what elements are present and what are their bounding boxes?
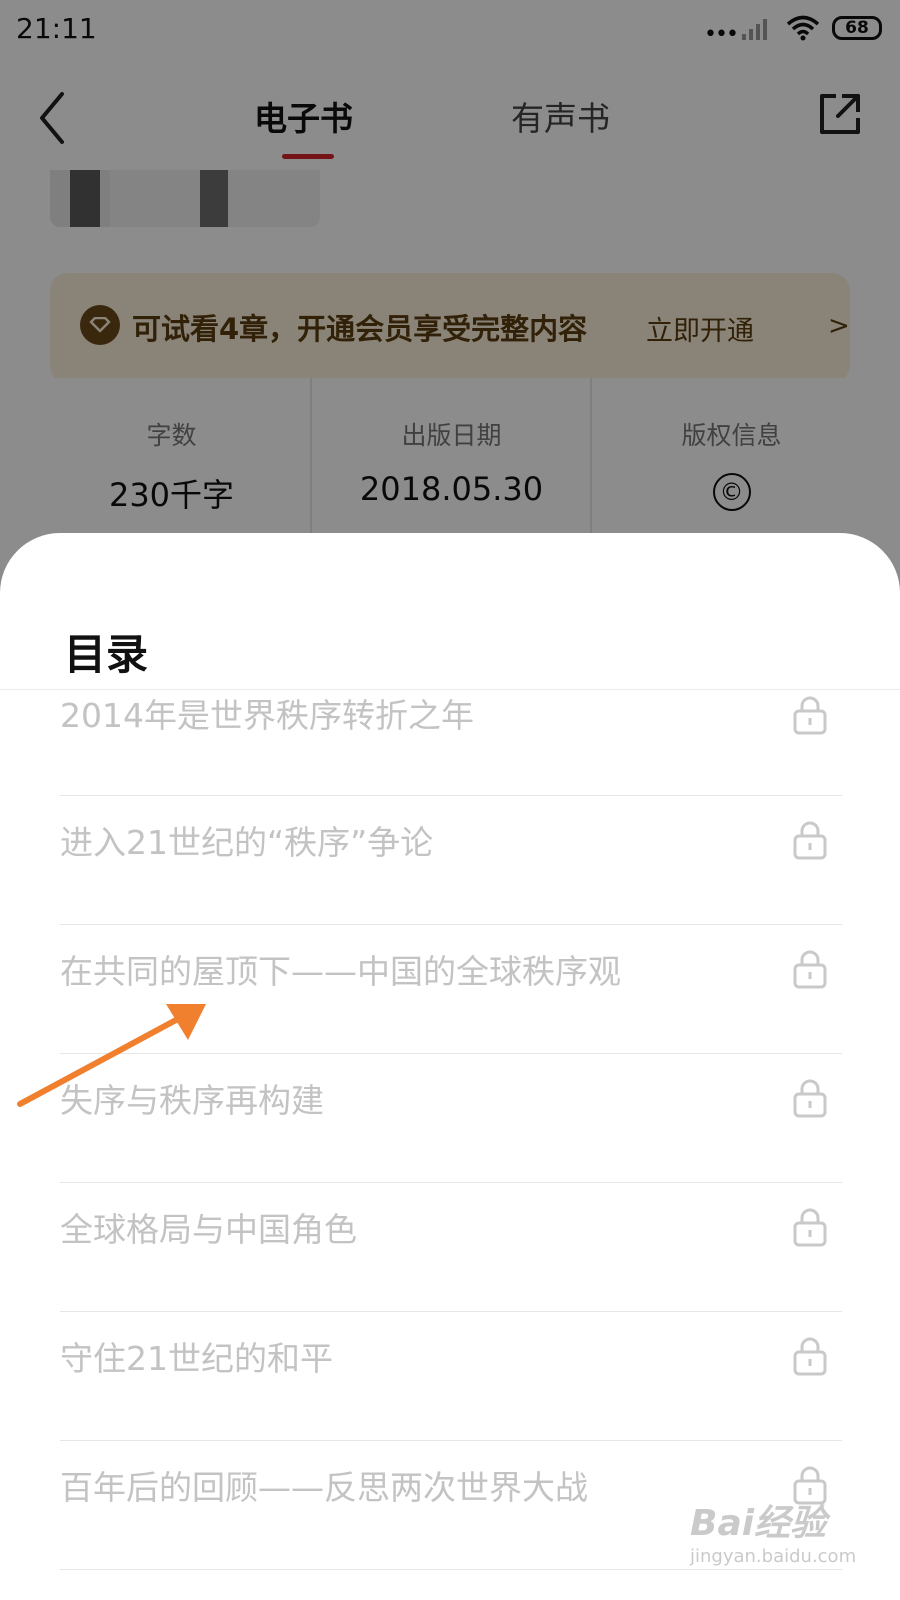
toc-item[interactable]: 2014年是世界秩序转折之年 <box>60 689 842 796</box>
toc-item[interactable]: 全球格局与中国角色 <box>60 1183 842 1312</box>
watermark-brand: Bai经验 <box>690 1503 827 1544</box>
toc-item-title: 失序与秩序再构建 <box>60 1081 324 1120</box>
lock-icon <box>793 1079 827 1118</box>
toc-item[interactable]: 失序与秩序再构建 <box>60 1054 842 1183</box>
toc-title: 目录 <box>64 630 149 679</box>
toc-item[interactable]: 进入21世纪的“秩序”争论 <box>60 796 842 925</box>
toc-item[interactable]: 守住21世纪的和平 <box>60 1312 842 1441</box>
toc-item-title: 2014年是世界秩序转折之年 <box>60 696 474 735</box>
toc-item[interactable]: 在共同的屋顶下——中国的全球秩序观 <box>60 925 842 1054</box>
baidu-watermark: Bai经验 jingyan.baidu.com <box>690 1494 856 1567</box>
toc-list: 2014年是世界秩序转折之年 进入21世纪的“秩序”争论 在共同的屋顶下——中国… <box>60 689 842 1570</box>
lock-icon <box>793 821 827 860</box>
toc-item-title: 守住21世纪的和平 <box>60 1339 333 1378</box>
lock-icon <box>793 696 827 735</box>
toc-item-title: 百年后的回顾——反思两次世界大战 <box>60 1468 588 1507</box>
lock-icon <box>793 1337 827 1376</box>
toc-item-title: 全球格局与中国角色 <box>60 1210 357 1249</box>
lock-icon <box>793 950 827 989</box>
lock-icon <box>793 1208 827 1247</box>
toc-item-title: 在共同的屋顶下——中国的全球秩序观 <box>60 952 621 991</box>
toc-bottom-sheet: 目录 2014年是世界秩序转折之年 进入21世纪的“秩序”争论 在共同的屋顶下—… <box>0 533 900 1600</box>
watermark-url: jingyan.baidu.com <box>690 1546 857 1567</box>
toc-item-title: 进入21世纪的“秩序”争论 <box>60 823 434 862</box>
